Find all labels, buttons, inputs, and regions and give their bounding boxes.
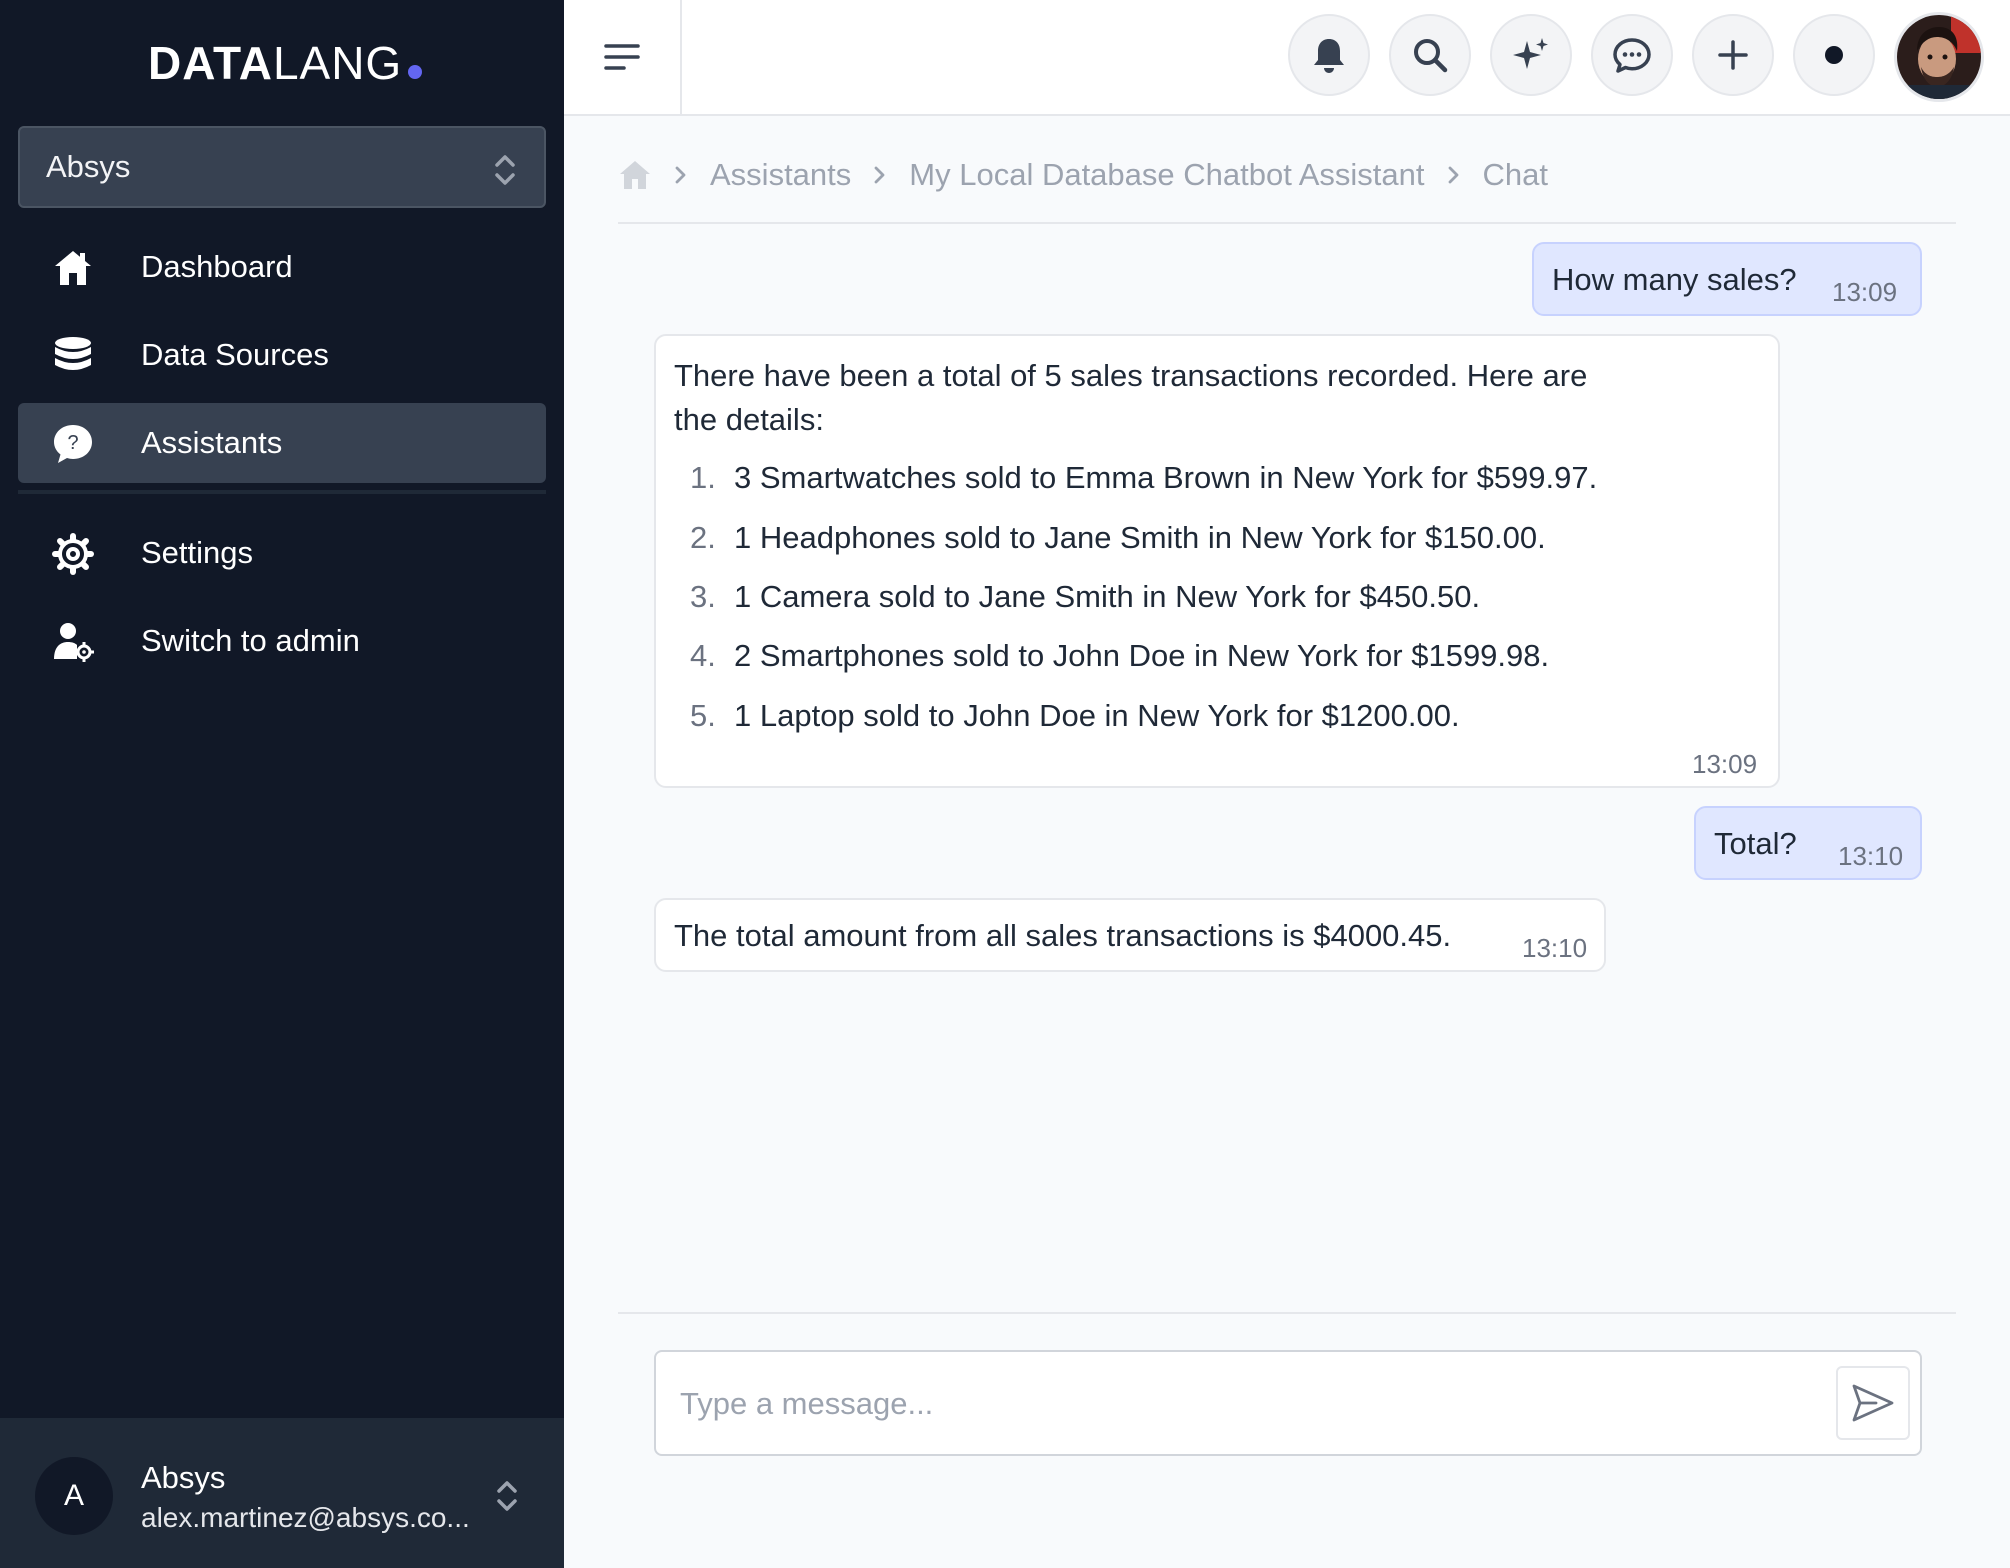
user-name: Absys <box>141 1460 226 1495</box>
logo-text-bold: DATA <box>148 37 273 89</box>
send-button[interactable] <box>1836 1366 1910 1440</box>
message-text: How many sales? <box>1552 262 1797 297</box>
gear-icon <box>52 533 94 575</box>
sidebar-item-label: Data Sources <box>141 337 329 372</box>
user-cog-icon <box>54 623 94 662</box>
sidebar-divider <box>18 490 546 494</box>
svg-text:?: ? <box>67 432 78 454</box>
chevron-right-icon <box>873 165 887 185</box>
sparkles-icon <box>1513 38 1548 69</box>
sidebar-item-label: Assistants <box>141 425 283 460</box>
dot-icon <box>1825 46 1843 64</box>
search-icon <box>1414 39 1448 73</box>
menu-icon <box>604 44 640 70</box>
breadcrumb-link-assistants[interactable]: Assistants <box>710 157 851 193</box>
profile-avatar[interactable] <box>1894 12 1984 102</box>
bell-icon <box>1314 39 1344 73</box>
ai-sparkles-button[interactable] <box>1490 14 1572 96</box>
chevron-up-down-icon <box>495 155 515 185</box>
avatar: A <box>35 1457 113 1535</box>
sidebar-item-label: Switch to admin <box>141 623 360 658</box>
home-icon <box>55 251 91 285</box>
message-text: the details: <box>674 402 824 437</box>
sidebar-item-dashboard[interactable]: Dashboard <box>18 227 546 307</box>
user-message: Total? 13:10 <box>1694 806 1922 880</box>
breadcrumb: Assistants My Local Database Chatbot Ass… <box>618 150 1548 200</box>
breadcrumb-link-assistant[interactable]: My Local Database Chatbot Assistant <box>909 157 1424 193</box>
sidebar: DATA LANG Absys Dashboard Data Sources ? … <box>0 0 564 1568</box>
user-email: alex.martinez@absys.co... <box>141 1502 470 1533</box>
message-text: There have been a total of 5 sales trans… <box>674 358 1588 393</box>
chevron-right-icon <box>674 165 688 185</box>
chevron-right-icon <box>1447 165 1461 185</box>
help-bubble-icon: ? <box>54 425 92 463</box>
search-button[interactable] <box>1389 14 1471 96</box>
breadcrumb-divider <box>618 222 1956 224</box>
sidebar-item-switch-to-admin[interactable]: Switch to admin <box>18 601 546 681</box>
composer-divider <box>618 1312 1956 1314</box>
create-button[interactable] <box>1692 14 1774 96</box>
message-text: Total? <box>1714 826 1797 861</box>
organization-select[interactable]: Absys <box>18 126 546 208</box>
sidebar-item-assistants[interactable]: ? Assistants <box>18 403 546 483</box>
status-button[interactable] <box>1793 14 1875 96</box>
user-message: How many sales? 13:09 <box>1532 242 1922 316</box>
top-header <box>564 0 2010 116</box>
sidebar-toggle-button[interactable] <box>564 0 682 114</box>
assistant-message: The total amount from all sales transact… <box>654 898 1606 972</box>
database-icon <box>55 337 91 370</box>
home-icon[interactable] <box>618 159 652 191</box>
breadcrumb-current-chat: Chat <box>1482 157 1548 192</box>
message-timestamp: 13:10 <box>1838 841 1904 871</box>
message-input[interactable] <box>680 1378 1760 1430</box>
datalang-logo[interactable]: DATA LANG <box>148 36 423 89</box>
plus-icon <box>1718 40 1748 70</box>
sidebar-item-label: Settings <box>141 535 254 570</box>
logo-dot <box>408 65 423 79</box>
notifications-button[interactable] <box>1288 14 1370 96</box>
logo-text-light: LANG <box>272 37 403 89</box>
assistant-message: There have been a total of 5 sales trans… <box>654 334 1780 788</box>
sidebar-item-data-sources[interactable]: Data Sources <box>18 315 546 395</box>
message-timestamp: 13:09 <box>1832 277 1898 307</box>
organization-select-value: Absys <box>46 149 131 184</box>
chat-button[interactable] <box>1591 14 1673 96</box>
chevron-up-down-icon <box>497 1481 517 1511</box>
message-timestamp: 13:10 <box>1522 933 1588 963</box>
message-composer <box>654 1350 1922 1456</box>
message-text: The total amount from all sales transact… <box>674 918 1452 953</box>
user-menu[interactable]: A Absys alex.martinez@absys.co... <box>0 1418 564 1568</box>
send-icon <box>1852 1384 1894 1422</box>
sidebar-item-settings[interactable]: Settings <box>18 513 546 593</box>
message-timestamp: 13:09 <box>1692 749 1758 779</box>
sidebar-item-label: Dashboard <box>141 249 293 284</box>
chat-icon <box>1613 38 1651 73</box>
profile-photo <box>1897 15 1981 99</box>
